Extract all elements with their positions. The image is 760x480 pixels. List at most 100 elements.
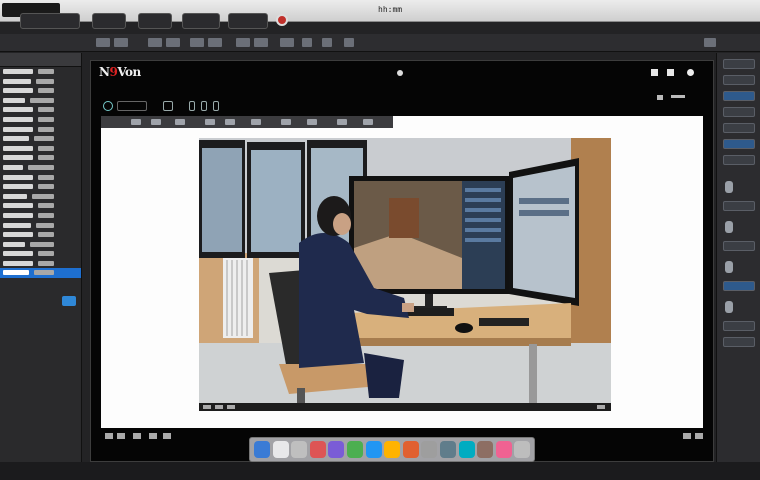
toolbar-icon[interactable] [166,38,180,47]
fullscreen-icon[interactable] [651,69,658,76]
bottom-control[interactable] [105,433,113,439]
sidebar-row[interactable] [0,105,81,115]
inspector-control[interactable] [723,123,755,133]
canvas-tool[interactable] [251,119,261,125]
bottom-control[interactable] [149,433,157,439]
view-icon[interactable] [163,101,173,111]
toolbar-icon[interactable] [254,38,268,47]
tool-button[interactable] [92,13,126,29]
inspector-control[interactable] [723,281,755,291]
sidebar-row[interactable] [0,182,81,192]
app-icon[interactable] [291,441,308,458]
app-icon[interactable] [347,441,363,458]
sidebar-row[interactable] [0,211,81,221]
settings-icon[interactable] [667,69,674,76]
sidebar-row[interactable] [0,77,81,87]
toolbar-icon[interactable] [236,38,250,47]
photo-control[interactable] [203,405,211,409]
toolbar-icon[interactable] [280,38,294,47]
toolbar-icon[interactable] [344,38,354,47]
canvas-tool[interactable] [337,119,347,125]
sidebar-row[interactable] [0,96,81,106]
canvas-tool[interactable] [363,119,373,125]
refresh-icon[interactable] [103,101,113,111]
toolbar-icon[interactable] [302,38,312,47]
sidebar-row[interactable] [0,144,81,154]
view-icon[interactable] [213,101,219,111]
close-icon[interactable] [687,69,694,76]
slider-knob[interactable] [725,261,733,273]
app-icon[interactable] [384,441,401,458]
toolbar-icon[interactable] [190,38,204,47]
bottom-control[interactable] [133,433,141,439]
canvas-tool[interactable] [281,119,291,125]
canvas-tool[interactable] [151,119,161,125]
view-icon[interactable] [189,101,195,111]
photo-control[interactable] [227,405,235,409]
trash-icon[interactable] [514,441,531,458]
canvas-tool[interactable] [225,119,235,125]
sidebar-row[interactable] [0,153,81,163]
inspector-control[interactable] [723,241,755,251]
tool-button[interactable] [138,13,172,29]
photo-control[interactable] [215,405,223,409]
inspector-control[interactable] [723,75,755,85]
canvas-tool[interactable] [175,119,185,125]
sidebar-row[interactable] [0,201,81,211]
bottom-control[interactable] [117,433,125,439]
slider-knob[interactable] [725,301,733,313]
sidebar-row[interactable] [0,230,81,240]
inspector-control[interactable] [723,155,755,165]
finder-icon[interactable] [254,441,270,458]
bottom-control[interactable] [683,433,691,439]
app-icon[interactable] [402,441,419,458]
inspector-control[interactable] [723,337,755,347]
toolbar-icon[interactable] [322,38,332,47]
sidebar-row[interactable] [0,163,81,173]
record-icon[interactable] [276,14,288,26]
sidebar-add-button[interactable] [62,296,76,306]
toolbar-icon[interactable] [704,38,716,47]
inspector-control[interactable] [723,321,755,331]
app-icon[interactable] [458,441,475,458]
inspector-control[interactable] [723,107,755,117]
sidebar-row[interactable] [0,268,81,279]
slider-knob[interactable] [725,221,733,233]
inspector-control[interactable] [723,139,755,149]
slider-knob[interactable] [725,181,733,193]
sidebar-row[interactable] [0,125,81,135]
sidebar-row[interactable] [0,67,81,77]
inspector-control[interactable] [723,201,755,211]
app-icon[interactable] [477,441,494,458]
sidebar-row[interactable] [0,240,81,250]
canvas-tool[interactable] [205,119,215,125]
canvas-tool[interactable] [131,119,141,125]
bottom-control[interactable] [695,433,703,439]
sidebar-row[interactable] [0,249,81,259]
app-icon[interactable] [272,441,289,458]
inspector-control[interactable] [723,59,755,69]
app-icon[interactable] [495,441,512,458]
sidebar-row[interactable] [0,134,81,144]
toolbar-icon[interactable] [208,38,222,47]
safari-icon[interactable] [328,441,345,458]
sidebar-row[interactable] [0,173,81,183]
app-icon[interactable] [440,441,456,458]
app-icon[interactable] [421,441,438,458]
toolbar-icon[interactable] [148,38,162,47]
app-icon[interactable] [365,441,382,458]
tool-button[interactable] [182,13,220,29]
sidebar-row[interactable] [0,259,81,269]
sidebar-row[interactable] [0,115,81,125]
canvas-tool[interactable] [307,119,317,125]
tool-button[interactable] [20,13,80,29]
bottom-control[interactable] [163,433,171,439]
app-icon[interactable] [309,441,326,458]
toolbar-icon[interactable] [96,38,110,47]
window-field[interactable] [117,101,147,111]
photo-control[interactable] [597,405,605,409]
tool-button[interactable] [228,13,268,29]
toolbar-icon[interactable] [114,38,128,47]
sidebar-row[interactable] [0,192,81,202]
view-icon[interactable] [201,101,207,111]
